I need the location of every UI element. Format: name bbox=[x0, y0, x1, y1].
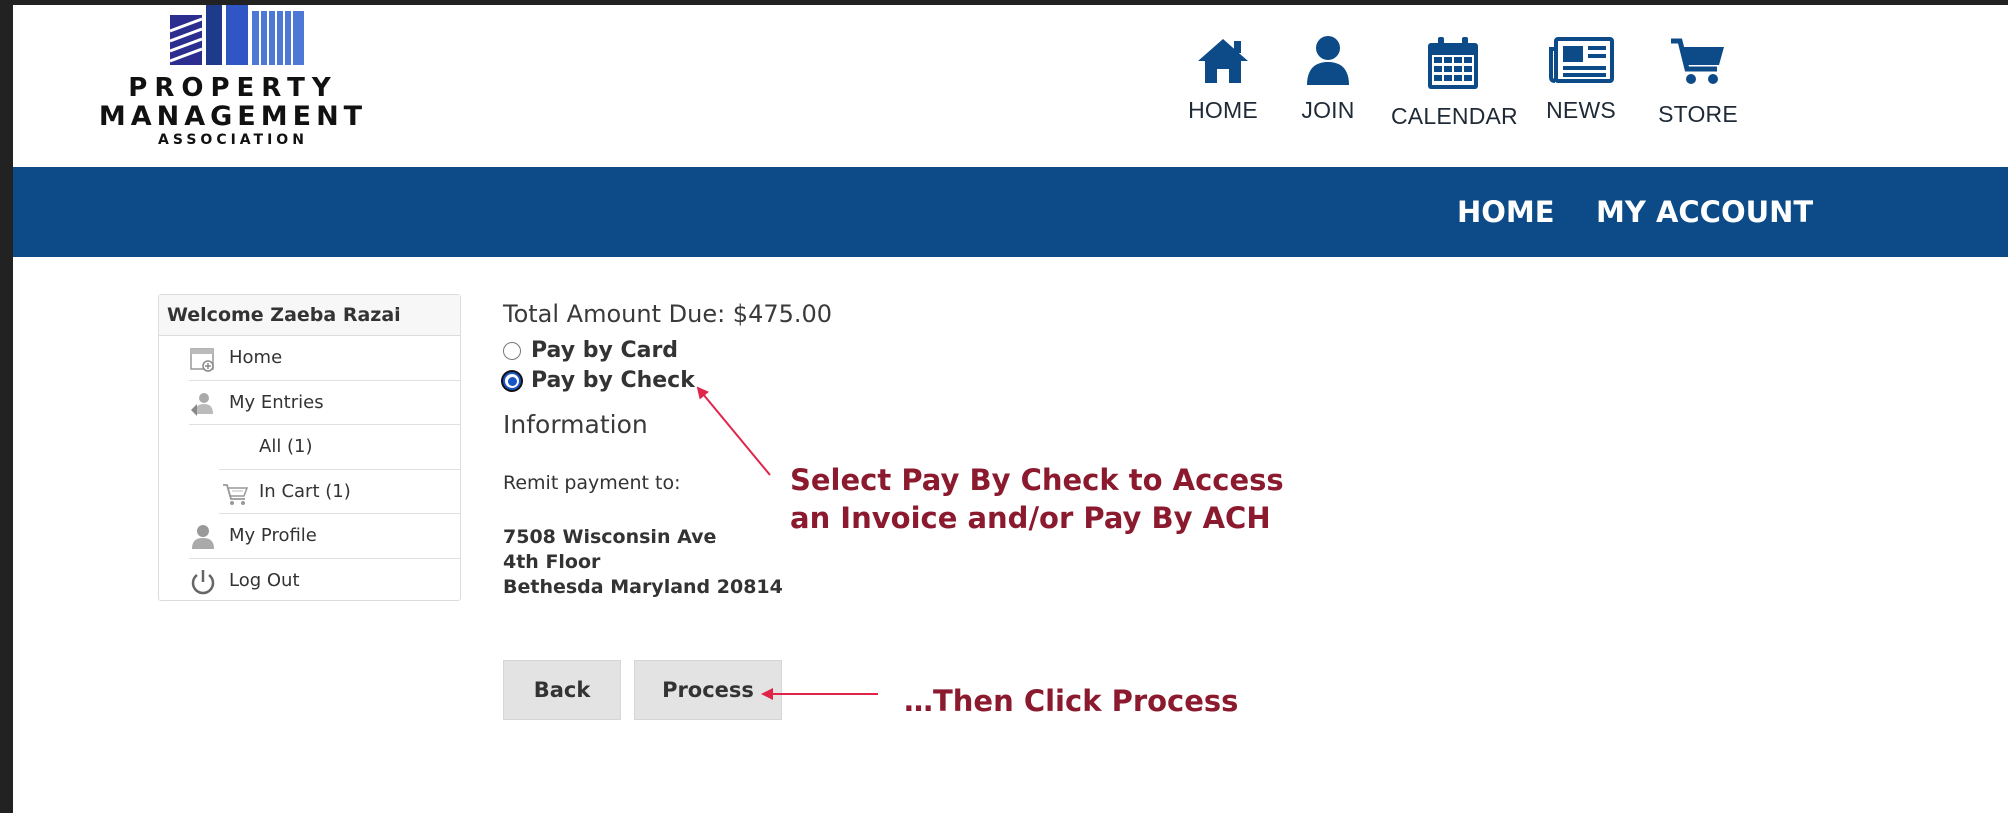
home-page-icon bbox=[190, 348, 214, 372]
sidebar-item-label: My Profile bbox=[229, 525, 317, 546]
nav-news[interactable]: NEWS bbox=[1541, 35, 1621, 124]
calendar-icon bbox=[1428, 37, 1478, 89]
pay-by-check-option[interactable]: Pay by Check bbox=[503, 368, 695, 393]
sidebar-item-label: All (1) bbox=[259, 436, 313, 457]
logo[interactable]: PROPERTY MANAGEMENT ASSOCIATION bbox=[88, 5, 378, 155]
sidebar-item-my-entries[interactable]: My Entries bbox=[189, 381, 460, 425]
annotation-line: Select Pay By Check to Access bbox=[790, 463, 1284, 497]
sidebar-welcome: Welcome Zaeba Razai bbox=[159, 295, 460, 336]
sidebar-item-my-profile[interactable]: My Profile bbox=[189, 514, 460, 559]
remit-label: Remit payment to: bbox=[503, 472, 681, 494]
annotation-line: an Invoice and/or Pay By ACH bbox=[790, 501, 1271, 535]
power-icon bbox=[191, 569, 215, 594]
annotation-select-check: Select Pay By Check to Access an Invoice… bbox=[790, 461, 1284, 537]
sidebar-item-label: In Cart (1) bbox=[259, 480, 351, 502]
nav-home[interactable]: HOME bbox=[1183, 35, 1263, 124]
sidebar-item-label: My Entries bbox=[229, 391, 324, 413]
page: PROPERTY MANAGEMENT ASSOCIATION HOME JOI… bbox=[13, 5, 2008, 813]
annotation-click-process: …Then Click Process bbox=[904, 684, 1239, 718]
cart-icon bbox=[1671, 38, 1724, 84]
logo-line-2: MANAGEMENT bbox=[98, 101, 368, 132]
nav-store[interactable]: STORE bbox=[1653, 35, 1743, 128]
small-cart-icon bbox=[223, 483, 249, 505]
account-sidebar: Welcome Zaeba Razai Home My Entries All … bbox=[158, 294, 461, 601]
entries-icon bbox=[191, 392, 213, 416]
home-icon bbox=[1198, 39, 1248, 83]
process-button[interactable]: Process bbox=[634, 660, 782, 720]
logo-line-3: ASSOCIATION bbox=[158, 132, 308, 148]
pay-by-check-radio[interactable] bbox=[503, 372, 521, 390]
main-nav-bar: HOME MY ACCOUNT bbox=[13, 167, 2008, 257]
address-line: 7508 Wisconsin Ave bbox=[503, 526, 717, 548]
nav-store-label: STORE bbox=[1658, 101, 1738, 127]
sidebar-item-log-out[interactable]: Log Out bbox=[189, 559, 460, 604]
sidebar-item-in-cart[interactable]: In Cart (1) bbox=[219, 470, 460, 514]
address-line: Bethesda Maryland 20814 bbox=[503, 576, 783, 598]
profile-icon bbox=[192, 525, 214, 549]
main-nav-my-account[interactable]: MY ACCOUNT bbox=[1596, 195, 1813, 229]
main-nav-home[interactable]: HOME bbox=[1457, 195, 1555, 229]
nav-calendar[interactable]: CALENDAR bbox=[1391, 35, 1518, 130]
back-button[interactable]: Back bbox=[503, 660, 621, 720]
arrow-to-pay-by-check bbox=[696, 386, 771, 476]
nav-calendar-label: CALENDAR bbox=[1391, 103, 1518, 129]
sidebar-item-label: Home bbox=[229, 347, 283, 368]
total-amount-due: Total Amount Due: $475.00 bbox=[503, 300, 833, 328]
pay-by-card-option[interactable]: Pay by Card bbox=[503, 338, 678, 363]
sidebar-item-all[interactable]: All (1) bbox=[219, 425, 460, 470]
pay-by-card-label: Pay by Card bbox=[531, 338, 679, 363]
sidebar-item-label: Log Out bbox=[229, 569, 300, 591]
newspaper-icon bbox=[1549, 37, 1614, 83]
nav-home-label: HOME bbox=[1188, 97, 1258, 123]
information-heading: Information bbox=[503, 410, 648, 439]
pay-by-check-label: Pay by Check bbox=[531, 368, 695, 393]
building-logo-icon bbox=[169, 5, 304, 65]
logo-line-1: PROPERTY bbox=[128, 73, 338, 103]
nav-join[interactable]: JOIN bbox=[1293, 35, 1363, 124]
address-line: 4th Floor bbox=[503, 551, 601, 573]
user-icon bbox=[1307, 36, 1349, 85]
remit-address: 7508 Wisconsin Ave 4th Floor Bethesda Ma… bbox=[503, 525, 783, 600]
nav-join-label: JOIN bbox=[1301, 97, 1355, 123]
pay-by-card-radio[interactable] bbox=[503, 342, 521, 360]
sidebar-item-home[interactable]: Home bbox=[189, 336, 460, 381]
nav-news-label: NEWS bbox=[1546, 97, 1616, 123]
